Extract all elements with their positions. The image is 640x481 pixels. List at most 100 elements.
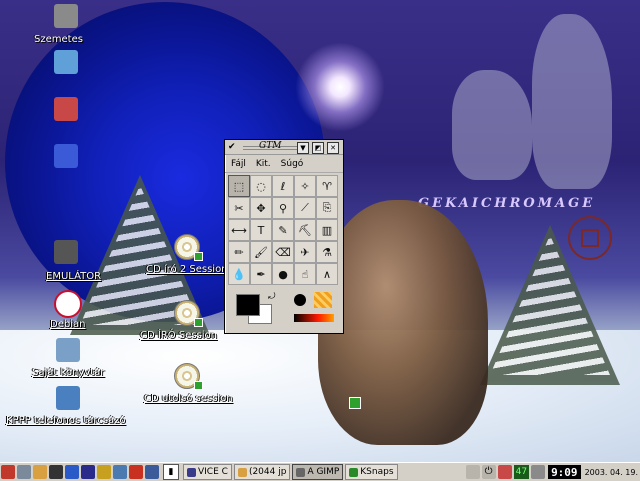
office-launcher-icon[interactable] [145,465,159,479]
rect-select-tool[interactable]: ⬚ [228,175,250,197]
lock-icon[interactable] [465,465,480,479]
pager-button[interactable]: ▮ [163,464,179,480]
wolf-silhouette-left [452,70,532,180]
desktop-icon-home[interactable] [56,338,80,362]
logout-icon[interactable]: ⏻ [481,465,496,479]
eraser-tool[interactable]: ⌫ [272,241,294,263]
magnify-tool[interactable]: ⚲ [272,197,294,219]
clipboard-icon[interactable] [497,465,512,479]
home-folder-icon [56,338,80,362]
wolf-silhouette-right [532,14,612,189]
date: 2003. 04. 19. [584,467,638,477]
scissors-tool[interactable]: ✂ [228,197,250,219]
folder-icon [54,50,78,74]
fuzzy-select-tool[interactable]: ✧ [294,175,316,197]
menu-help[interactable]: Súgó [281,159,304,169]
desktop-icon-terminal-label[interactable]: EMULÁTOR [46,271,101,282]
airbrush-tool[interactable]: ✈ [294,241,316,263]
ink-tool[interactable]: ✒ [250,263,272,285]
desktop-icon-kppp-label[interactable]: KPPP telefonos tárcsázó [6,415,125,426]
window-menu-icon[interactable]: ✔ [228,142,236,152]
pattern-preview[interactable] [314,292,332,308]
browser-icon[interactable] [81,465,95,479]
settings-icon[interactable] [113,465,127,479]
move-tool[interactable]: ✥ [250,197,272,219]
desktop-icon-debian-label[interactable]: Debian [50,319,85,330]
brush-preview[interactable] [294,294,306,306]
free-select-tool[interactable]: ℓ [272,175,294,197]
task-label: (2044 jp [248,467,287,477]
terminal-icon [54,240,78,264]
clock[interactable]: 9:09 [548,465,581,479]
transform-tool[interactable]: ⎘ [316,197,338,219]
dodge-burn-tool[interactable]: ● [272,263,294,285]
home-icon[interactable] [33,465,47,479]
office-icon [54,97,78,121]
task-label: A GIMP [307,467,340,477]
desktop-icon-cd-3-label[interactable]: CD utolsó session [144,393,233,404]
paintbrush-tool[interactable]: 🖌 [250,241,272,263]
desktop-icon-control-center[interactable] [54,144,78,168]
k-menu-icon[interactable] [1,465,15,479]
desktop-icon-home-label[interactable]: Saját könyvtár [32,367,104,378]
smudge-tool[interactable]: ☝ [294,263,316,285]
debian-icon [54,290,82,318]
task-button[interactable]: (2044 jp [233,464,291,480]
desktop-icon-trash[interactable] [54,4,78,28]
bezier-select-tool[interactable]: ♈ [316,175,338,197]
foreground-color-swatch[interactable] [236,294,260,316]
task-button[interactable]: KSnaps [345,464,398,480]
tray-app-icon[interactable] [531,465,546,479]
blend-tool[interactable]: ▥ [316,219,338,241]
star-icon[interactable] [129,465,143,479]
desktop-icon-debian[interactable] [54,290,82,318]
tray-monitor[interactable]: 47 [513,465,530,479]
flip-tool[interactable]: ⟷ [228,219,250,241]
color-picker-tool[interactable]: ✎ [272,219,294,241]
desktop-icon-kppp[interactable] [56,386,80,410]
measure-tool[interactable]: ∧ [316,263,338,285]
kmail-icon[interactable] [97,465,111,479]
crop-tool[interactable]: ⟋ [294,197,316,219]
tool-grid: ⬚ ◌ ℓ ✧ ♈ ✂ ✥ ⚲ ⟋ ⎘ ⟷ T ✎ ⛏ ▥ ✏ 🖌 ⌫ ✈ ⚗ 💧 ✒ ● ☝ ∧ [225,173,343,287]
konsole-icon[interactable] [49,465,63,479]
menu-file[interactable]: Fájl [231,159,246,169]
help-icon[interactable] [65,465,79,479]
desktop-icon-cd-3[interactable] [174,363,203,390]
task-button[interactable]: VICE C [183,464,232,480]
task-app-icon [349,467,359,477]
desktop-icon-terminal[interactable] [54,240,78,264]
control-center-icon [54,144,78,168]
task-button[interactable]: A GIMP [292,464,344,480]
swap-colors-icon[interactable]: ⤾ [268,292,276,302]
desktop-icon-folder[interactable] [54,50,78,74]
menu-extensions[interactable]: Kit. [256,159,271,169]
desktop-icon-cd-2-label[interactable]: CD ÍRÓ Session [140,330,217,341]
task-app-icon [187,467,196,477]
task-label: KSnaps [360,467,394,477]
clone-tool[interactable]: ⚗ [316,241,338,263]
desktop-icon-office[interactable] [54,97,78,121]
shade-button[interactable]: ▼ [297,142,309,154]
gradient-preview[interactable] [294,314,334,322]
toolbox-menubar: Fájl Kit. Súgó [225,155,343,173]
cd-disc-icon [174,300,203,327]
light-flare [295,42,385,132]
window-title: GTM [259,141,282,151]
pencil-tool[interactable]: ✏ [228,241,250,263]
show-desktop-icon[interactable] [17,465,31,479]
desktop-icon-cd-2[interactable] [174,300,203,327]
window-titlebar[interactable]: ✔ GTM ▼ ◩ ✕ [225,140,343,155]
small-green-icon[interactable] [349,397,361,409]
ellipse-select-tool[interactable]: ◌ [250,175,272,197]
maximize-button[interactable]: ◩ [312,142,324,154]
bucket-fill-tool[interactable]: ⛏ [294,219,316,241]
convolve-tool[interactable]: 💧 [228,263,250,285]
desktop-icon-cd-1[interactable] [174,234,203,261]
text-tool[interactable]: T [250,219,272,241]
kppp-icon [56,386,80,410]
taskbar: ▮ VICE C (2044 jp A GIMP KSnaps ⏻ 47 9:09 2… [0,462,640,481]
close-button[interactable]: ✕ [327,142,339,154]
cd-disc-icon [174,363,203,390]
desktop-icon-cd-1-label[interactable]: CD író 2 Session [146,264,228,275]
